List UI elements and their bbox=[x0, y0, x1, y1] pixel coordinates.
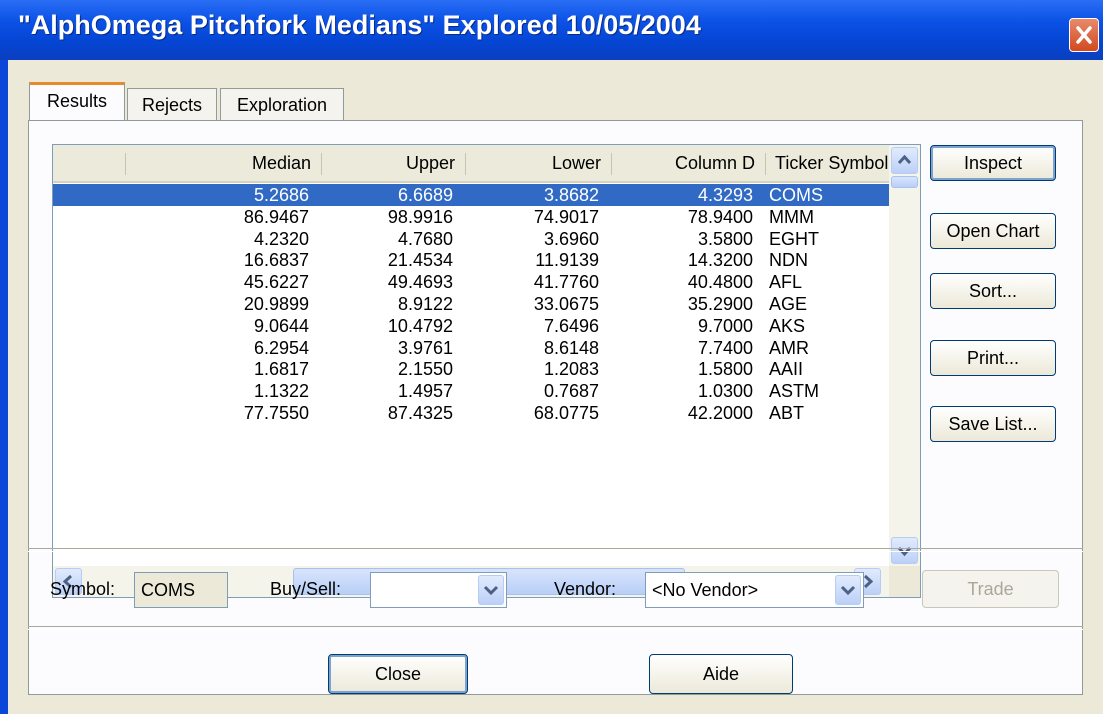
vertical-scroll-thumb[interactable] bbox=[891, 176, 918, 188]
column-header-median[interactable]: Median bbox=[125, 145, 321, 181]
table-cell-colD: 78.9400 bbox=[687, 206, 753, 227]
title-bar[interactable]: "AlphOmega Pitchfork Medians" Explored 1… bbox=[0, 0, 1103, 60]
table-cell-colD: 3.5800 bbox=[697, 228, 753, 249]
vendor-select[interactable]: <No Vendor> bbox=[645, 572, 864, 608]
separator-top bbox=[28, 548, 1083, 552]
save-list-button[interactable]: Save List... bbox=[930, 406, 1056, 442]
table-row[interactable]: 20.9899 8.9122 33.0675 35.2900 AGE bbox=[53, 293, 889, 315]
tab-results[interactable]: Results bbox=[29, 82, 125, 120]
table-cell-colD: 4.3293 bbox=[697, 185, 753, 205]
close-window-button[interactable] bbox=[1069, 18, 1099, 52]
table-cell-colD: 1.0300 bbox=[697, 381, 753, 402]
scroll-up-button[interactable] bbox=[891, 147, 918, 174]
symbol-field: COMS bbox=[134, 572, 228, 608]
close-icon bbox=[1076, 26, 1092, 44]
dialog-window: "AlphOmega Pitchfork Medians" Explored 1… bbox=[0, 0, 1103, 714]
tab-rejects[interactable]: Rejects bbox=[127, 88, 217, 120]
chevron-down-icon bbox=[840, 585, 856, 596]
tab-exploration[interactable]: Exploration bbox=[220, 88, 344, 120]
separator-bottom bbox=[28, 626, 1083, 630]
table-cell-ticker: ABT bbox=[769, 403, 805, 423]
print-button[interactable]: Print... bbox=[930, 340, 1056, 376]
column-header-column-d[interactable]: Column D bbox=[611, 145, 765, 181]
chevron-down-icon bbox=[483, 585, 499, 596]
table-cell-ticker: AKS bbox=[769, 315, 806, 336]
aide-button[interactable]: Aide bbox=[649, 654, 793, 694]
column-header-lower[interactable]: Lower bbox=[465, 145, 611, 181]
table-cell-colD: 42.2000 bbox=[687, 403, 753, 423]
table-cell-colD: 9.7000 bbox=[697, 315, 753, 336]
table-row[interactable]: 9.0644 10.4792 7.6496 9.7000 AKS bbox=[53, 315, 889, 337]
table-row[interactable]: 5.2686 6.6689 3.8682 4.3293 COMS bbox=[53, 184, 889, 206]
table-cell-colD: 7.7400 bbox=[697, 337, 753, 358]
table-cell-colD: 1.5800 bbox=[697, 359, 753, 380]
table-row[interactable]: 6.2954 3.9761 8.6148 7.7400 AMR bbox=[53, 337, 889, 359]
table-row[interactable]: 1.1322 1.4957 0.7687 1.0300 ASTM bbox=[53, 380, 889, 402]
results-grid[interactable]: Median Upper Lower Column D Ticker Symbo… bbox=[52, 144, 921, 598]
grid-header: Median Upper Lower Column D Ticker Symbo… bbox=[53, 145, 889, 183]
chevron-up-icon bbox=[897, 154, 912, 165]
table-row[interactable]: 16.6837 21.4534 11.9139 14.3200 NDN bbox=[53, 249, 889, 271]
vendor-value: <No Vendor> bbox=[652, 580, 759, 600]
inspect-button[interactable]: Inspect bbox=[930, 145, 1056, 181]
table-cell-colD: 35.2900 bbox=[687, 294, 753, 314]
buysell-select[interactable] bbox=[370, 572, 507, 608]
vendor-dropdown-button[interactable] bbox=[835, 575, 861, 605]
table-row[interactable]: 77.7550 87.4325 68.0775 42.2000 ABT bbox=[53, 402, 889, 424]
trade-button[interactable]: Trade bbox=[922, 570, 1059, 608]
table-cell-colD: 14.3200 bbox=[687, 250, 753, 271]
table-cell-ticker: MMM bbox=[769, 206, 814, 227]
dialog-client-area: Results Rejects Exploration Median Upper… bbox=[8, 60, 1103, 714]
buysell-dropdown-button[interactable] bbox=[478, 575, 504, 605]
table-cell-ticker: NDN bbox=[769, 250, 808, 271]
column-header-ticker-symbol[interactable]: Ticker Symbol bbox=[765, 145, 889, 181]
table-row[interactable]: 45.6227 49.4693 41.7760 40.4800 AFL bbox=[53, 271, 889, 293]
table-cell-ticker: AGE bbox=[769, 294, 808, 314]
open-chart-button[interactable]: Open Chart bbox=[930, 213, 1056, 249]
table-cell-ticker: AAII bbox=[769, 359, 804, 380]
scrollbar-corner bbox=[889, 566, 920, 597]
sort-button[interactable]: Sort... bbox=[930, 273, 1056, 309]
window-title: "AlphOmega Pitchfork Medians" Explored 1… bbox=[18, 10, 701, 40]
vendor-label: Vendor: bbox=[554, 579, 617, 599]
table-cell-ticker: AFL bbox=[769, 272, 803, 293]
table-row[interactable]: 4.2320 4.7680 3.6960 3.5800 EGHT bbox=[53, 228, 889, 250]
buysell-label: Buy/Sell: bbox=[270, 579, 342, 599]
vertical-scrollbar[interactable] bbox=[889, 145, 920, 566]
column-header-upper[interactable]: Upper bbox=[321, 145, 465, 181]
table-cell-ticker: EGHT bbox=[769, 228, 820, 249]
table-row[interactable]: 86.9467 98.9916 74.9017 78.9400 MMM bbox=[53, 206, 889, 228]
table-cell-ticker: AMR bbox=[769, 337, 809, 358]
symbol-label: Symbol: bbox=[50, 579, 116, 599]
table-cell-colD: 40.4800 bbox=[687, 272, 753, 293]
table-row[interactable]: 1.6817 2.1550 1.2083 1.5800 AAII bbox=[53, 358, 889, 380]
table-cell-ticker: COMS bbox=[769, 185, 823, 205]
close-button[interactable]: Close bbox=[328, 654, 468, 694]
table-cell-ticker: ASTM bbox=[769, 381, 820, 402]
